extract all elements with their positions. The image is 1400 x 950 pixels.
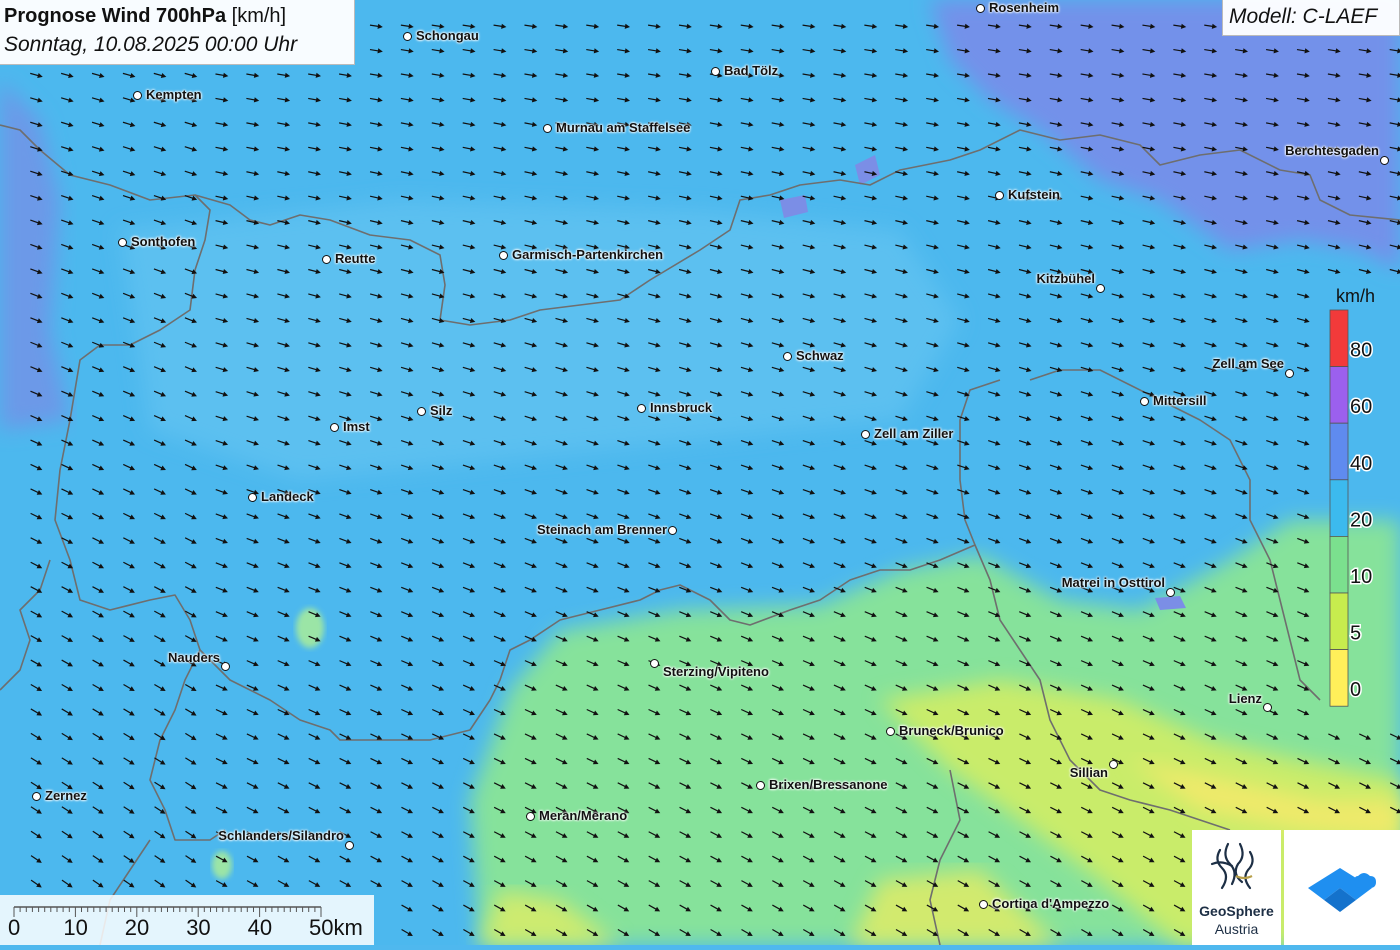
map-title-main: Prognose Wind 700hPa [4,5,227,27]
legend-color [1329,479,1349,537]
weather-app-logo[interactable] [1284,830,1400,945]
legend-tick: 80 [1350,340,1372,362]
legend-tick: 0 [1350,679,1361,701]
title-panel: Prognose Wind 700hPa [km/h] Sonntag, 10.… [0,0,355,65]
legend-tick: 10 [1350,566,1372,588]
legend-color [1329,366,1349,424]
legend-color [1329,309,1349,367]
legend-color [1329,422,1349,481]
scale-label: 50km [309,915,363,940]
map-date: Sonntag, 10.08.2025 00:00 Uhr [4,33,298,56]
calm-spot [212,851,232,879]
scale-label: 10 [63,915,87,940]
scale-bar: 0 10 20 30 40 50km [0,895,374,945]
legend-color [1329,592,1349,650]
legend-bar: 80 60 40 20 10 5 0 [1329,309,1374,707]
legend-title: km/h [1336,286,1376,306]
geosphere-logo-icon [1210,842,1254,890]
map-title-unit: [km/h] [231,5,287,27]
geosphere-logo[interactable]: GeoSphere Austria [1192,830,1281,945]
legend-tick: 40 [1350,453,1372,475]
color-legend: km/h 80 60 40 20 10 5 0 [1328,283,1398,713]
wind-map[interactable] [0,0,1400,945]
legend-tick: 5 [1350,623,1361,645]
map-title: Prognose Wind 700hPa [km/h] [4,5,286,28]
calm-spot [296,608,324,648]
legend-color [1329,535,1349,594]
weather-app-icon [1308,868,1376,912]
legend-tick: 60 [1350,396,1372,418]
legend-color [1329,649,1349,707]
scale-bar-graphic: 0 10 20 30 40 50km [8,906,363,940]
model-label: Modell: C-LAEF [1229,5,1378,28]
logo-name: GeoSphere [1199,903,1274,919]
scale-label: 40 [248,915,272,940]
model-panel: Modell: C-LAEF [1222,0,1400,36]
scale-label: 20 [125,915,149,940]
logo-country: Austria [1214,921,1259,937]
scale-label: 0 [8,915,20,940]
scale-label: 30 [186,915,210,940]
legend-tick: 20 [1350,509,1372,531]
